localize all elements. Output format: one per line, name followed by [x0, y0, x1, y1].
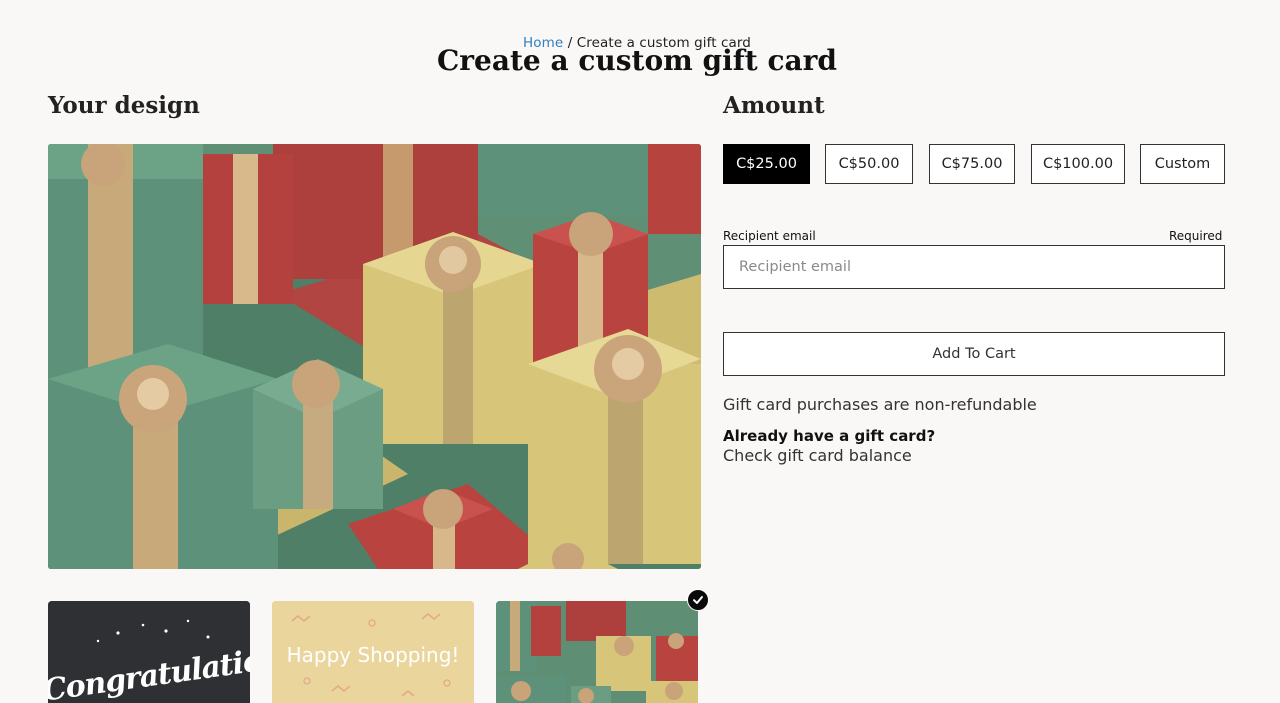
check-balance-link[interactable]: Check gift card balance [723, 446, 912, 465]
design-heading: Your design [48, 92, 200, 119]
add-to-cart-button[interactable]: Add To Cart [723, 332, 1225, 376]
amount-option-75[interactable]: C$75.00 [929, 144, 1015, 184]
required-indicator: Required [1169, 229, 1223, 243]
gift-card-preview-image [48, 144, 701, 569]
amount-heading: Amount [723, 92, 825, 119]
gift-boxes-illustration [48, 144, 701, 569]
thumbnail-text-happy-shopping: Happy Shopping! [286, 643, 460, 667]
amount-option-100[interactable]: C$100.00 [1031, 144, 1125, 184]
design-thumbnail-gift-boxes[interactable] [496, 601, 698, 703]
design-thumbnail-congratulations[interactable]: Congratulations [48, 601, 250, 703]
amount-option-25[interactable]: C$25.00 [723, 144, 810, 184]
recipient-email-label: Recipient email [723, 229, 816, 243]
have-gift-card-label: Already have a gift card? [723, 427, 936, 445]
recipient-email-input[interactable] [723, 245, 1225, 289]
amount-option-custom[interactable]: Custom [1140, 144, 1225, 184]
gift-boxes-thumbnail-illustration [496, 601, 698, 703]
refund-policy-text: Gift card purchases are non-refundable [723, 395, 1037, 414]
amount-option-50[interactable]: C$50.00 [825, 144, 913, 184]
selected-check-icon [687, 589, 709, 611]
design-thumbnail-happy-shopping[interactable]: Happy Shopping! [272, 601, 474, 703]
page-title: Create a custom gift card [437, 44, 837, 77]
